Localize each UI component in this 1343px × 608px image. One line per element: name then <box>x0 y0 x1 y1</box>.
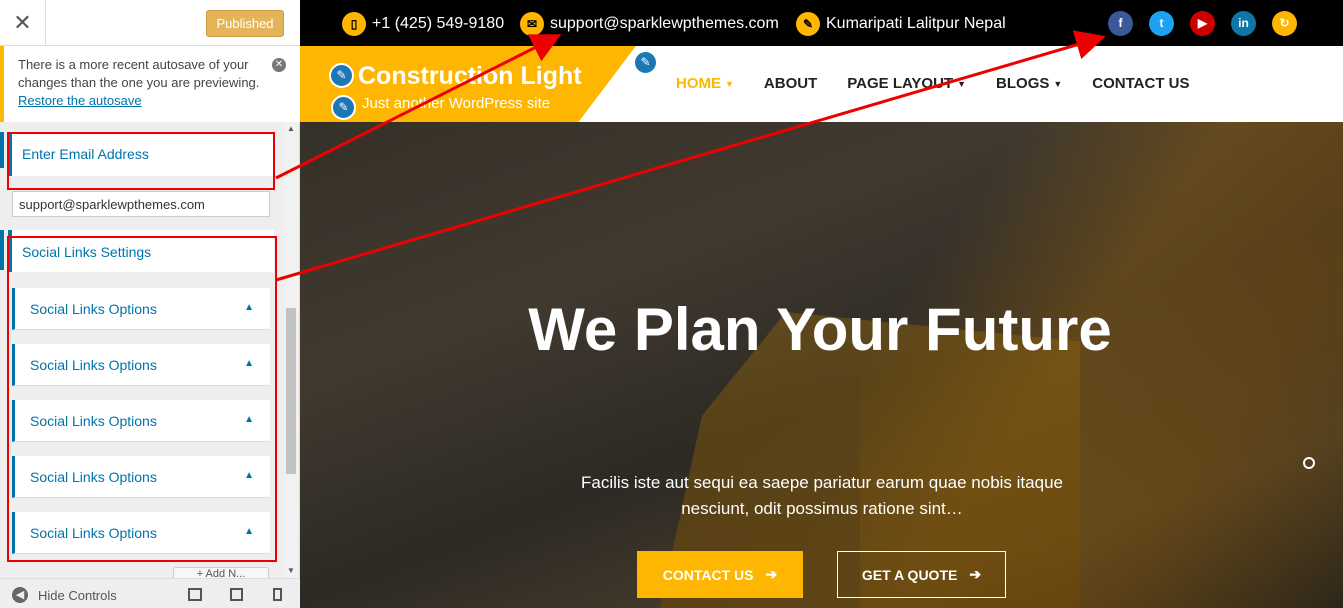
chevron-down-icon: ▼ <box>1053 78 1063 89</box>
phone-icon: ▯ <box>342 12 366 36</box>
customizer-footer: ◀ Hide Controls <box>0 578 300 608</box>
highlight-box <box>7 236 277 562</box>
menu-item-label: HOME <box>676 75 721 92</box>
desktop-preview-icon[interactable] <box>188 588 202 601</box>
menu-item-home[interactable]: HOME ▼ <box>676 75 734 92</box>
section-accent <box>0 230 4 270</box>
hero-title: We Plan Your Future <box>528 296 1112 363</box>
scroll-down-icon[interactable]: ▼ <box>287 566 295 575</box>
menu-item-label: ABOUT <box>763 75 818 92</box>
topbar-phone: ▯ +1 (425) 549-9180 <box>342 12 504 36</box>
menu-item-label: CONTACT US <box>1092 75 1190 92</box>
hide-controls-label: Hide Controls <box>38 587 117 603</box>
menu-item-page-layout[interactable]: PAGE LAYOUT ▼ <box>847 75 966 92</box>
tablet-preview-icon[interactable] <box>230 588 243 601</box>
refresh-icon[interactable]: ↻ <box>1272 11 1297 36</box>
autosave-notice: There is a more recent autosave of your … <box>0 46 300 122</box>
arrow-right-icon: ➔ <box>969 566 982 582</box>
hero-text: Facilis iste aut sequi ea saepe pariatur… <box>581 473 1063 518</box>
main-menu: HOME ▼ ABOUT PAGE LAYOUT ▼ BLOGS ▼ CONTACT … <box>676 75 1220 92</box>
get-quote-button[interactable]: GET A QUOTE ➔ <box>837 551 1006 598</box>
twitter-icon[interactable]: t <box>1149 11 1174 36</box>
address-text: Kumaripati Lalitpur Nepal <box>826 15 1006 32</box>
section-accent <box>0 132 4 168</box>
chevron-down-icon: ▼ <box>957 78 967 89</box>
email-icon: ✉ <box>520 12 544 36</box>
get-quote-label: GET A QUOTE <box>861 566 958 583</box>
customizer-panel: Enter Email Address support@sparklewpthe… <box>0 122 284 577</box>
menu-item-label: PAGE LAYOUT <box>847 75 954 92</box>
site-title[interactable]: Construction Light <box>358 62 582 91</box>
publish-button[interactable]: Published <box>206 10 284 37</box>
site-tagline: Just another WordPress site <box>362 95 551 112</box>
arrow-left-icon: ◀ <box>12 587 28 603</box>
edit-pencil-icon[interactable]: ✎ <box>329 63 354 88</box>
topbar-email: ✉ support@sparklewpthemes.com <box>520 12 779 36</box>
hide-controls-button[interactable]: ◀ Hide Controls <box>12 587 117 603</box>
email-field[interactable]: support@sparklewpthemes.com <box>12 191 270 217</box>
menu-item-label: BLOGS <box>996 75 1050 92</box>
slider-dot[interactable] <box>1303 457 1315 469</box>
contact-us-button[interactable]: CONTACT US ➔ <box>637 551 803 598</box>
customizer-header: ✕ Published <box>0 0 300 46</box>
menu-item-blogs[interactable]: BLOGS ▼ <box>996 75 1062 92</box>
location-icon: ✎ <box>796 12 820 36</box>
hero-slider: We Plan Your Future Facilis iste aut seq… <box>300 122 1343 608</box>
facebook-icon[interactable]: f <box>1108 11 1133 36</box>
phone-text: +1 (425) 549-9180 <box>372 15 505 32</box>
scroll-up-icon[interactable]: ▲ <box>287 124 295 133</box>
dismiss-icon[interactable]: ✕ <box>272 58 286 72</box>
autosave-notice-text: There is a more recent autosave of your … <box>18 57 260 90</box>
sidebar-scrollbar[interactable]: ▲ ▼ <box>284 122 298 578</box>
site-preview: ▯ +1 (425) 549-9180 ✉ support@sparklewpt… <box>300 0 1343 608</box>
edit-pencil-icon[interactable]: ✎ <box>331 95 356 120</box>
site-header: Construction Light Just another WordPres… <box>300 46 1343 136</box>
arrow-right-icon: ➔ <box>765 566 778 582</box>
youtube-icon[interactable]: ▶ <box>1190 11 1215 36</box>
menu-item-contact[interactable]: CONTACT US <box>1092 75 1189 92</box>
email-text: support@sparklewpthemes.com <box>550 15 779 32</box>
top-bar: ▯ +1 (425) 549-9180 ✉ support@sparklewpt… <box>300 0 1343 46</box>
mobile-preview-icon[interactable] <box>273 588 282 601</box>
restore-autosave-link[interactable]: Restore the autosave <box>18 93 142 108</box>
close-icon[interactable]: ✕ <box>0 0 46 46</box>
topbar-address: ✎ Kumaripati Lalitpur Nepal <box>796 12 1006 36</box>
customizer-sidebar: ✕ Published There is a more recent autos… <box>0 0 300 608</box>
edit-pencil-icon[interactable]: ✎ <box>633 50 658 75</box>
linkedin-icon[interactable]: in <box>1231 11 1256 36</box>
scrollbar-thumb[interactable] <box>286 308 296 474</box>
chevron-down-icon: ▼ <box>725 78 734 89</box>
highlight-box <box>7 132 275 190</box>
contact-us-label: CONTACT US <box>662 566 754 583</box>
menu-item-about[interactable]: ABOUT <box>764 75 817 92</box>
